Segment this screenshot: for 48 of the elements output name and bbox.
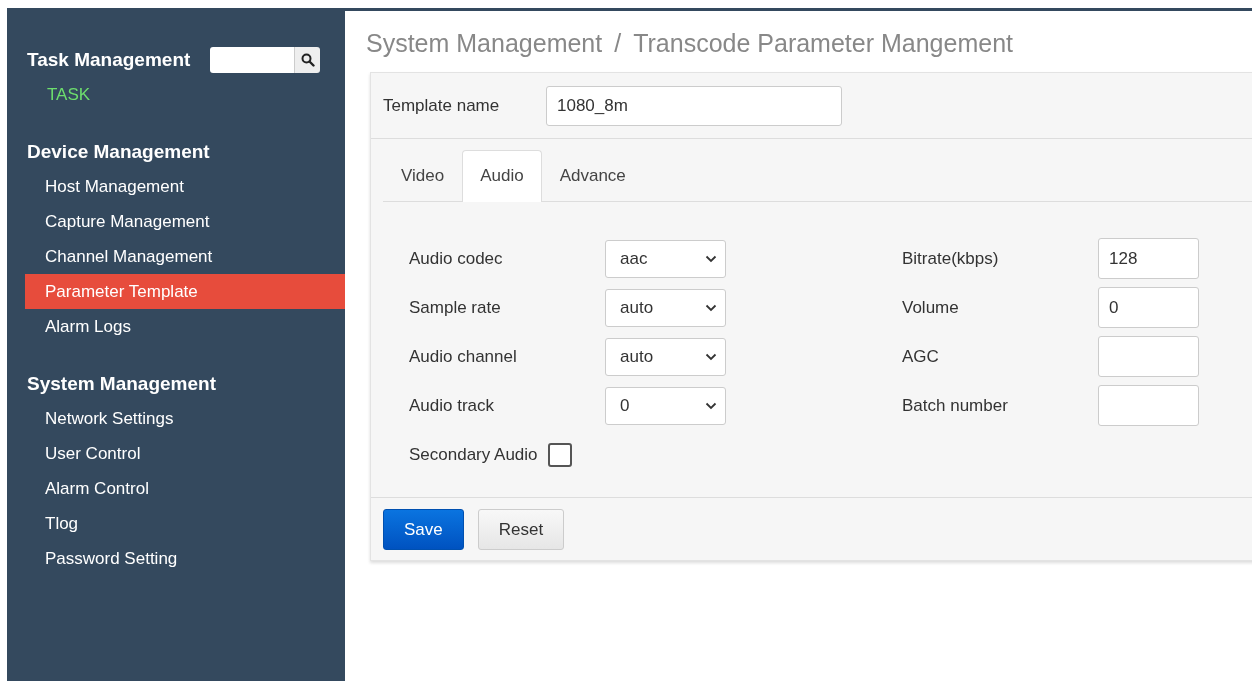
- button[interactable]: Save: [383, 509, 464, 550]
- chevron-down-icon: [705, 401, 717, 410]
- field-label: Template name: [383, 95, 501, 116]
- chevron-down-icon: [705, 303, 717, 312]
- field-label: Volume: [902, 297, 960, 318]
- breadcrumb-text: System Management: [366, 29, 603, 59]
- field-label: Audio codec: [409, 248, 504, 269]
- breadcrumb-text: /: [614, 29, 622, 59]
- nav-item[interactable]: Channel Management: [25, 239, 345, 274]
- nav-item[interactable]: Tlog: [25, 506, 345, 541]
- section-title: Task Management: [27, 49, 191, 71]
- checkbox[interactable]: [547, 442, 572, 467]
- nav-item[interactable]: Password Setting: [25, 541, 345, 576]
- field-label: AGC: [902, 346, 940, 367]
- tab[interactable]: Advance: [541, 150, 644, 201]
- nav-item[interactable]: Network Settings: [25, 401, 345, 436]
- field-label: Batch number: [902, 395, 1009, 416]
- tab[interactable]: Audio: [462, 150, 542, 202]
- button[interactable]: Reset: [477, 509, 565, 550]
- nav-item[interactable]: Parameter Template: [25, 274, 345, 309]
- field-label: Secondary Audio: [409, 444, 538, 465]
- field-label: Audio channel: [409, 346, 518, 367]
- search-icon[interactable]: [294, 47, 321, 73]
- section-title: Device Management: [27, 141, 210, 163]
- chevron-down-icon: [705, 254, 717, 263]
- dropdown[interactable]: auto: [605, 288, 726, 327]
- field-label: Audio track: [409, 395, 496, 416]
- dropdown[interactable]: aac: [605, 239, 726, 278]
- field-label: Bitrate(kbps): [902, 248, 1000, 269]
- section-title: System Management: [27, 373, 216, 395]
- nav-item[interactable]: Alarm Logs: [25, 309, 345, 344]
- search-field[interactable]: [210, 47, 295, 73]
- template-name-field[interactable]: 1080_8m: [546, 85, 842, 126]
- tab[interactable]: Video: [383, 150, 463, 201]
- input-field[interactable]: [1098, 385, 1199, 426]
- nav-item[interactable]: TASK: [25, 77, 345, 112]
- nav-item[interactable]: Host Management: [25, 169, 345, 204]
- dropdown[interactable]: auto: [605, 337, 726, 376]
- input-field[interactable]: 0: [1098, 287, 1199, 328]
- nav-item[interactable]: User Control: [25, 436, 345, 471]
- input-field[interactable]: 128: [1098, 238, 1199, 279]
- input-field[interactable]: [1098, 336, 1199, 377]
- nav-item[interactable]: Capture Management: [25, 204, 345, 239]
- chevron-down-icon: [705, 352, 717, 361]
- dropdown[interactable]: 0: [605, 386, 726, 425]
- breadcrumb-text: Transcode Parameter Mangement: [633, 29, 1013, 59]
- nav-item[interactable]: Alarm Control: [25, 471, 345, 506]
- field-label: Sample rate: [409, 297, 502, 318]
